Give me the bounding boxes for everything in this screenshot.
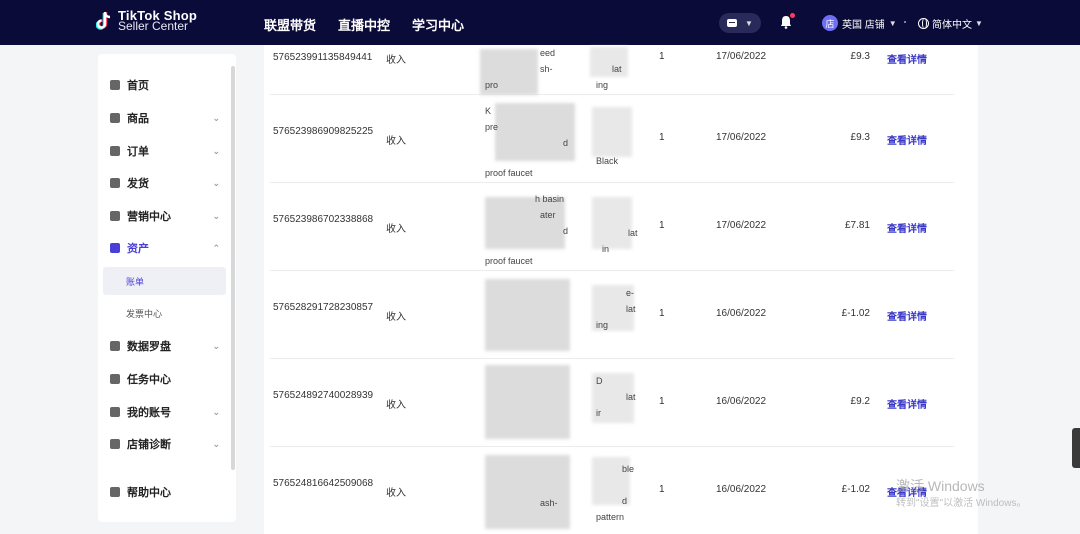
redacted-product xyxy=(485,365,570,439)
transaction-type: 收入 xyxy=(386,312,406,323)
table-row: 576523986702338868 收入 h basin ater d proof … xyxy=(270,183,954,271)
order-id: 576528291728230857 xyxy=(273,302,374,313)
sidebar-item-orders[interactable]: 订单 ⌄ xyxy=(110,141,220,161)
sidebar-item-shipping[interactable]: 发货 ⌄ xyxy=(110,173,220,193)
chevron-down-icon: ⌄ xyxy=(212,406,220,417)
amount: £9.3 xyxy=(850,51,870,62)
date: 17/06/2022 xyxy=(716,132,767,143)
side-panel-handle[interactable] xyxy=(1072,428,1080,468)
medal-icon xyxy=(110,374,120,384)
table-row: 576523986909825225 收入 Kpre d proof faucet … xyxy=(270,95,954,183)
sidebar-item-marketing[interactable]: 营销中心 ⌄ xyxy=(110,206,220,226)
order-id: 576524892740028939 xyxy=(273,390,374,401)
date: 17/06/2022 xyxy=(716,51,767,62)
chevron-up-icon: ⌃ xyxy=(212,242,220,253)
sidebar-item-home[interactable]: 首页 xyxy=(110,75,220,95)
amount: £-1.02 xyxy=(841,308,870,319)
view-details-link[interactable]: 查看详情 xyxy=(887,396,927,411)
quantity: 1 xyxy=(659,220,665,231)
transaction-type: 收入 xyxy=(386,488,406,499)
table-row: 576524816642509068 收入 ash- ble d pattern 1… xyxy=(270,447,954,534)
product-name: ash- xyxy=(540,498,558,508)
date: 16/06/2022 xyxy=(716,396,767,407)
redacted-variant xyxy=(592,107,632,157)
table-row: 57652399113584944​1 收入 eed sh- pro lat ing… xyxy=(270,7,954,95)
quantity: 1 xyxy=(659,51,665,62)
view-details-link[interactable]: 查看详情 xyxy=(887,220,927,235)
table-row: 576528291728230857 收入 e-lat ing 1 16/06/2… xyxy=(270,271,954,359)
amount: £9.2 xyxy=(850,396,870,407)
tiktok-shop-logo[interactable]: TikTok Shop Seller Center xyxy=(96,9,197,33)
sidebar-item-products[interactable]: 商品 ⌄ xyxy=(110,108,220,128)
date: 16/06/2022 xyxy=(716,308,767,319)
product-name: h basin ater d proof faucet xyxy=(485,194,569,266)
sidebar-item-assets[interactable]: 资产 ⌃ xyxy=(110,238,220,258)
chart-icon xyxy=(110,341,120,351)
view-details-link[interactable]: 查看详情 xyxy=(887,51,927,66)
sidebar-item-help-center[interactable]: 帮助中心 xyxy=(110,482,220,502)
quantity: 1 xyxy=(659,132,665,143)
chevron-down-icon: ⌄ xyxy=(212,112,220,123)
quantity: 1 xyxy=(659,484,665,495)
trophy-icon xyxy=(110,439,120,449)
order-id: 576523986909825225 xyxy=(273,126,374,137)
quantity: 1 xyxy=(659,396,665,407)
product-icon xyxy=(110,113,120,123)
transaction-type: 收入 xyxy=(386,400,406,411)
transaction-type: 收入 xyxy=(386,136,406,147)
sidebar-item-my-account[interactable]: 我的账号 ⌄ xyxy=(110,402,220,422)
chevron-down-icon: ⌄ xyxy=(212,177,220,188)
transaction-type: 收入 xyxy=(386,55,406,66)
logo-subtitle: Seller Center xyxy=(118,19,189,33)
bill-table: 57652399113584944​1 收入 eed sh- pro lat ing… xyxy=(264,45,978,534)
variant: lat ing xyxy=(596,64,622,90)
chevron-down-icon: ⌄ xyxy=(212,340,220,351)
sidebar-item-task-center[interactable]: 任务中心 xyxy=(110,369,220,389)
view-details-link[interactable]: 查看详情 xyxy=(887,308,927,323)
sidebar-item-data-compass[interactable]: 数据罗盘 ⌄ xyxy=(110,336,220,356)
table-row: 576524892740028939 收入 Dlat ir 1 16/06/202… xyxy=(270,359,954,447)
sidebar-scrollbar[interactable] xyxy=(231,66,235,470)
variant: e-lat ing xyxy=(596,288,636,330)
order-icon xyxy=(110,146,120,156)
date: 16/06/2022 xyxy=(716,484,767,495)
home-icon xyxy=(110,80,120,90)
product-name: Kpre d proof faucet xyxy=(485,106,569,178)
tiktok-icon xyxy=(96,11,111,30)
view-details-link[interactable]: 查看详情 xyxy=(887,132,927,147)
help-icon xyxy=(110,487,120,497)
date: 17/06/2022 xyxy=(716,220,767,231)
amount: £9.3 xyxy=(850,132,870,143)
redacted-product xyxy=(485,455,570,529)
product-name-line: pro xyxy=(485,80,499,90)
variant: ble d pattern xyxy=(596,464,635,522)
redacted-product xyxy=(485,279,570,351)
truck-icon xyxy=(110,178,120,188)
chevron-down-icon: ▼ xyxy=(975,19,983,28)
sidebar-item-shop-diagnosis[interactable]: 店铺诊断 ⌄ xyxy=(110,434,220,454)
sidebar: 首页 商品 ⌄ 订单 ⌄ 发货 ⌄ 营销中心 ⌄ 资产 ⌃ 账单 发票中心 数据罗盘 ⌄ 任… xyxy=(98,54,236,522)
chevron-down-icon: ⌄ xyxy=(212,145,220,156)
quantity: 1 xyxy=(659,308,665,319)
sidebar-subitem-invoice-center[interactable]: 发票中心 xyxy=(103,299,226,327)
order-id: 576524816642509068 xyxy=(273,478,374,489)
user-icon xyxy=(110,407,120,417)
variant: lat in xyxy=(602,228,638,254)
wallet-icon xyxy=(110,243,120,253)
amount: £-1.02 xyxy=(841,484,870,495)
megaphone-icon xyxy=(110,211,120,221)
variant: Black xyxy=(596,156,619,166)
order-id: 576523986702338868 xyxy=(273,214,374,225)
windows-activation-hint: 转到"设置"以激活 Windows。 xyxy=(896,498,1027,509)
chevron-down-icon: ⌄ xyxy=(212,438,220,449)
amount: £7.81 xyxy=(844,220,870,231)
transaction-type: 收入 xyxy=(386,224,406,235)
chevron-down-icon: ⌄ xyxy=(212,210,220,221)
variant: Dlat ir xyxy=(596,376,636,418)
sidebar-subitem-bills[interactable]: 账单 xyxy=(103,267,226,295)
product-name: eed sh- xyxy=(540,48,556,74)
order-id: 57652399113584944​1 xyxy=(273,52,373,63)
windows-activation-title: 激活 Windows xyxy=(896,478,985,494)
